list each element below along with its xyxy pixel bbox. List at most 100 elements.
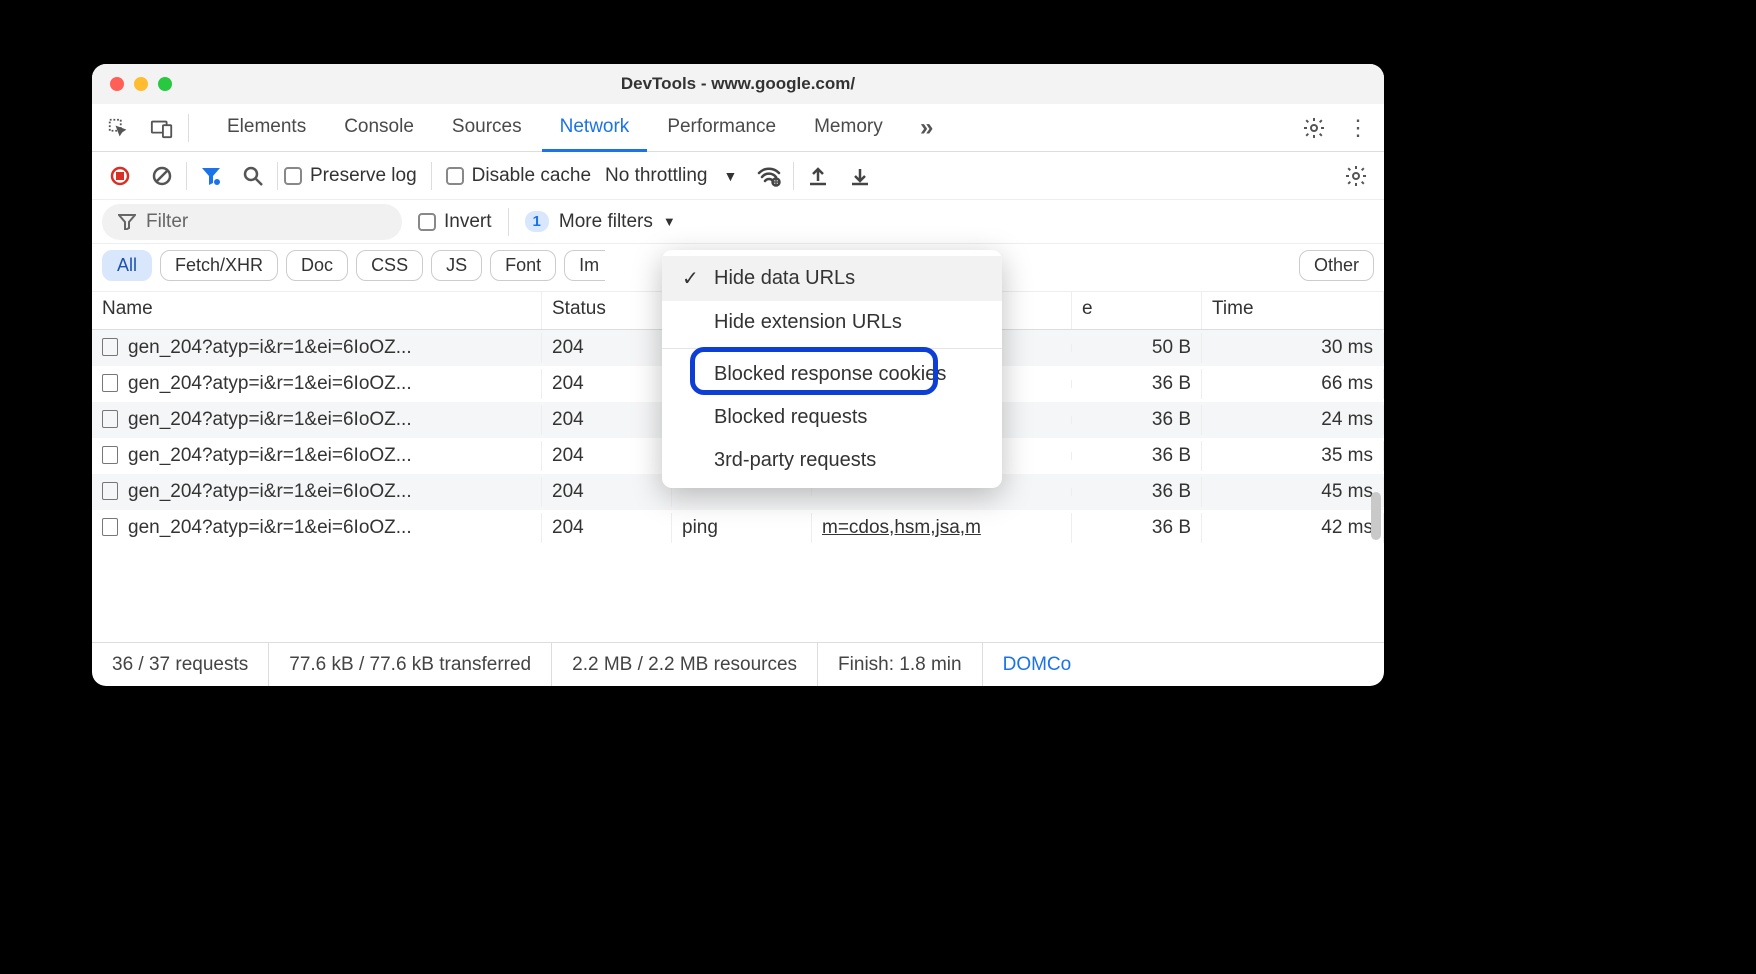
menu-blocked-requests[interactable]: Blocked requests (662, 396, 1002, 439)
chevron-down-icon: ▼ (723, 168, 737, 184)
table-row[interactable]: gen_204?atyp=i&r=1&ei=6IoOZ...204pingm=c… (92, 510, 1384, 546)
cell-status: 204 (542, 333, 672, 363)
filter-placeholder: Filter (146, 211, 188, 233)
cell-time: 45 ms (1202, 477, 1384, 507)
chip-js[interactable]: JS (431, 250, 482, 281)
maximize-window-button[interactable] (158, 77, 172, 91)
chip-font[interactable]: Font (490, 250, 556, 281)
cell-status: 204 (542, 477, 672, 507)
inspect-element-icon[interactable] (100, 110, 136, 146)
preserve-log-label: Preserve log (310, 165, 417, 187)
cell-initiator (812, 488, 1072, 496)
traffic-lights (92, 77, 172, 91)
funnel-icon (118, 214, 136, 230)
record-button[interactable] (102, 158, 138, 194)
chip-fetch-xhr[interactable]: Fetch/XHR (160, 250, 278, 281)
cell-name: gen_204?atyp=i&r=1&ei=6IoOZ... (92, 405, 542, 435)
cell-status: 204 (542, 441, 672, 471)
tab-network[interactable]: Network (542, 105, 648, 152)
file-icon (102, 374, 118, 392)
minimize-window-button[interactable] (134, 77, 148, 91)
panel-tabs: Elements Console Sources Network Perform… (209, 104, 901, 151)
col-name[interactable]: Name (92, 292, 542, 329)
filter-toggle-icon[interactable] (193, 158, 229, 194)
clear-button[interactable] (144, 158, 180, 194)
divider (508, 208, 509, 236)
menu-label: Hide data URLs (714, 267, 855, 290)
col-status[interactable]: Status (542, 292, 672, 329)
panel-tabs-row: Elements Console Sources Network Perform… (92, 104, 1384, 152)
menu-label: Blocked response cookies (714, 363, 946, 386)
cell-name: gen_204?atyp=i&r=1&ei=6IoOZ... (92, 513, 542, 543)
kebab-menu-icon[interactable]: ⋮ (1340, 110, 1376, 146)
col-time[interactable]: Time (1202, 292, 1384, 329)
tab-elements[interactable]: Elements (209, 105, 324, 152)
menu-label: 3rd-party requests (714, 449, 876, 472)
file-icon (102, 446, 118, 464)
cell-size: 36 B (1072, 441, 1202, 471)
device-toolbar-icon[interactable] (144, 110, 180, 146)
menu-label: Hide extension URLs (714, 311, 902, 334)
filter-input[interactable]: Filter (102, 204, 402, 240)
devtools-window: DevTools - www.google.com/ Elements Cons… (92, 64, 1384, 686)
file-icon (102, 410, 118, 428)
checkbox-icon (418, 213, 436, 231)
more-tabs-icon[interactable]: » (909, 110, 945, 146)
menu-separator (662, 348, 1002, 349)
search-icon[interactable] (235, 158, 271, 194)
menu-blocked-response-cookies[interactable]: Blocked response cookies (662, 353, 1002, 396)
chip-css[interactable]: CSS (356, 250, 423, 281)
menu-hide-data-urls[interactable]: ✓ Hide data URLs (662, 256, 1002, 301)
cell-size: 36 B (1072, 405, 1202, 435)
scrollbar-thumb[interactable] (1371, 492, 1381, 540)
menu-hide-extension-urls[interactable]: Hide extension URLs (662, 301, 1002, 344)
divider (277, 162, 278, 190)
settings-icon[interactable] (1296, 110, 1332, 146)
cell-time: 66 ms (1202, 369, 1384, 399)
tab-sources[interactable]: Sources (434, 105, 540, 152)
network-settings-icon[interactable] (1338, 158, 1374, 194)
cell-name: gen_204?atyp=i&r=1&ei=6IoOZ... (92, 369, 542, 399)
file-icon (102, 338, 118, 356)
cell-name: gen_204?atyp=i&r=1&ei=6IoOZ... (92, 441, 542, 471)
more-filters-label: More filters (559, 211, 653, 233)
download-har-icon[interactable] (842, 158, 878, 194)
preserve-log-checkbox[interactable]: Preserve log (284, 165, 417, 187)
cell-status: 204 (542, 405, 672, 435)
close-window-button[interactable] (110, 77, 124, 91)
cell-name: gen_204?atyp=i&r=1&ei=6IoOZ... (92, 477, 542, 507)
status-resources: 2.2 MB / 2.2 MB resources (552, 643, 818, 686)
cell-status: 204 (542, 513, 672, 543)
tab-memory[interactable]: Memory (796, 105, 901, 152)
status-domcontent: DOMCo (983, 643, 1092, 686)
status-transferred: 77.6 kB / 77.6 kB transferred (269, 643, 552, 686)
menu-3rd-party-requests[interactable]: 3rd-party requests (662, 439, 1002, 482)
cell-type: ping (672, 513, 812, 543)
cell-initiator: m=cdos,hsm,jsa,m (812, 513, 1072, 543)
divider (793, 162, 794, 190)
cell-time: 30 ms (1202, 333, 1384, 363)
cell-time: 42 ms (1202, 513, 1384, 543)
upload-har-icon[interactable] (800, 158, 836, 194)
cell-time: 35 ms (1202, 441, 1384, 471)
throttling-value: No throttling (605, 165, 707, 187)
more-filters-dropdown[interactable]: 1 More filters ▼ (525, 211, 676, 233)
network-conditions-icon[interactable] (751, 158, 787, 194)
divider (186, 162, 187, 190)
invert-checkbox[interactable]: Invert (418, 211, 492, 233)
cell-size: 36 B (1072, 477, 1202, 507)
throttling-select[interactable]: No throttling ▼ (597, 165, 745, 187)
chip-doc[interactable]: Doc (286, 250, 348, 281)
tab-console[interactable]: Console (326, 105, 432, 152)
filter-count-badge: 1 (525, 211, 549, 232)
menu-label: Blocked requests (714, 406, 867, 429)
divider (431, 162, 432, 190)
chip-all[interactable]: All (102, 250, 152, 281)
chip-img[interactable]: Im (564, 250, 605, 281)
status-requests: 36 / 37 requests (92, 643, 269, 686)
tab-performance[interactable]: Performance (649, 105, 794, 152)
disable-cache-checkbox[interactable]: Disable cache (446, 165, 591, 187)
window-title: DevTools - www.google.com/ (92, 74, 1384, 94)
chip-other[interactable]: Other (1299, 250, 1374, 281)
col-size[interactable]: e (1072, 292, 1202, 329)
